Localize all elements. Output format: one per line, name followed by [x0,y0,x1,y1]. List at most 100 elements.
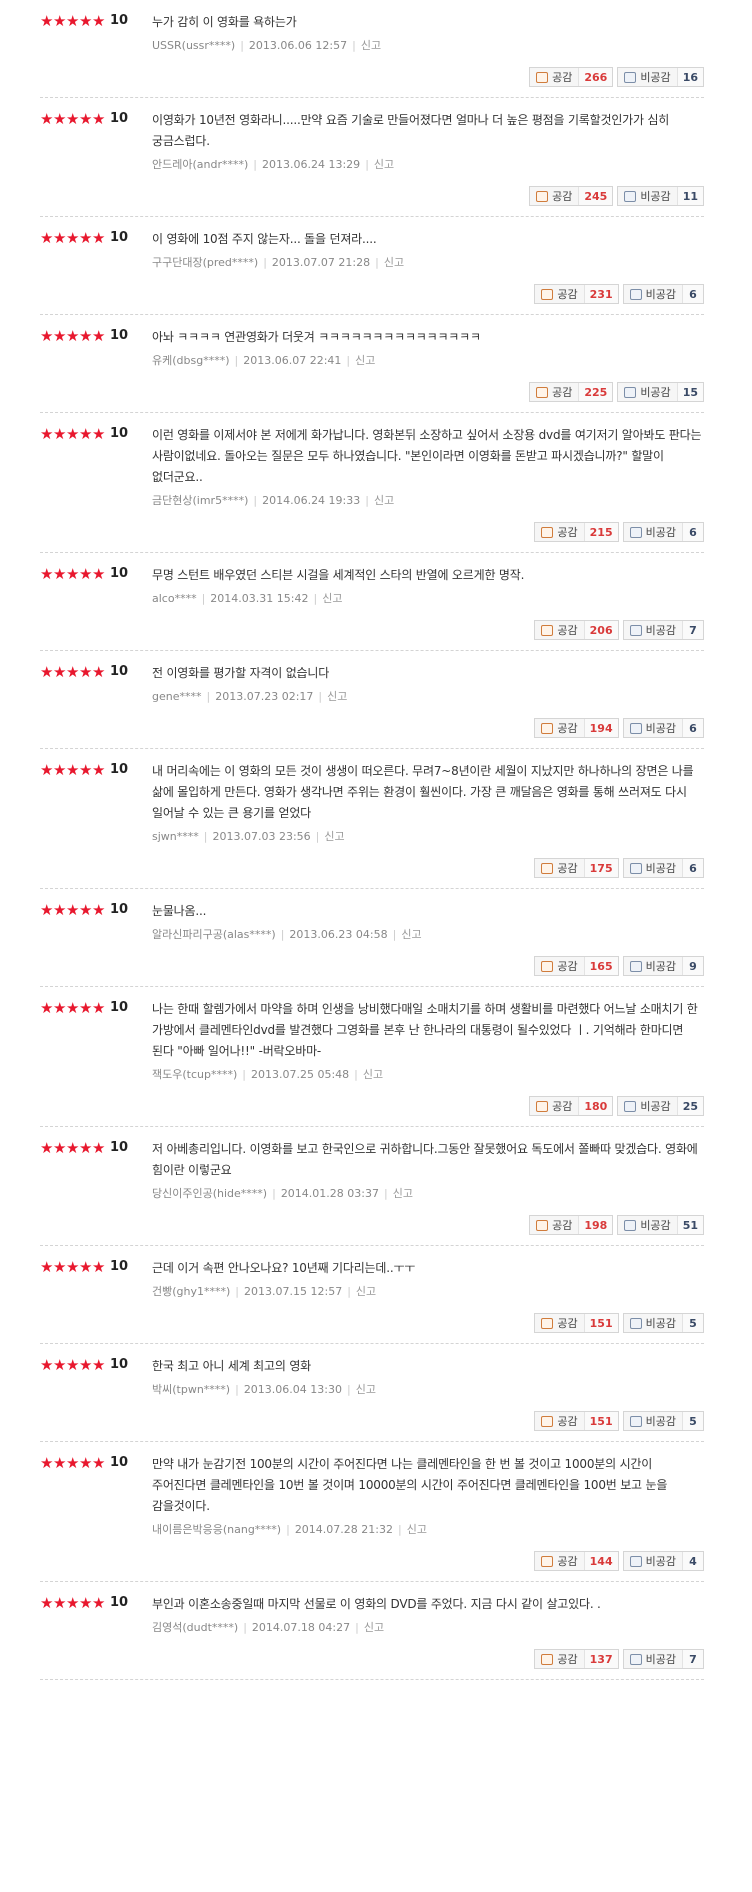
disagree-button[interactable]: 비공감 9 [622,956,704,976]
rating: ★ ★ ★ ★ ★ 10 [40,565,152,640]
disagree-button[interactable]: 비공감 6 [622,284,704,304]
rating: ★ ★ ★ ★ ★ 10 [40,12,152,87]
review-author[interactable]: 알라신파리구공(alas****) [152,928,276,941]
agree-button[interactable]: 공감 165 [534,956,619,976]
disagree-button[interactable]: 비공감 11 [617,186,704,206]
disagree-button[interactable]: 비공감 6 [622,522,704,542]
review-author[interactable]: gene**** [152,690,202,703]
review-text: 무명 스턴트 배우였던 스티븐 시걸을 세계적인 스타의 반열에 오르게한 명작… [152,568,525,582]
disagree-button[interactable]: 비공감 6 [622,858,704,878]
review-body: 저 아베총리입니다. 이영화를 보고 한국인으로 귀하합니다.그동안 잘못했어요… [152,1139,704,1235]
review-body: 누가 감히 이 영화를 욕하는가 USSR(ussr****) | 2013.06.… [152,12,704,87]
report-link[interactable]: 신고 [356,1285,376,1298]
review-author[interactable]: 잭도우(tcup****) [152,1068,237,1081]
disagree-count: 6 [689,287,697,301]
agree-button[interactable]: 공감 215 [534,522,619,542]
agree-button[interactable]: 공감 231 [534,284,619,304]
report-link[interactable]: 신고 [363,1068,383,1081]
report-link[interactable]: 신고 [327,690,347,703]
report-link[interactable]: 신고 [407,1523,427,1536]
divider: | [365,494,369,507]
review-author[interactable]: 안드레아(andr****) [152,158,248,171]
disagree-button[interactable]: 비공감 5 [622,1411,704,1431]
review-author[interactable]: 박씨(tpwn****) [152,1383,230,1396]
report-link[interactable]: 신고 [361,39,381,52]
disagree-button[interactable]: 비공감 16 [617,67,704,87]
review-text: 부인과 이혼소송중일때 마지막 선물로 이 영화의 DVD를 주었다. 지금 다… [152,1597,601,1611]
rating-score: 10 [110,13,129,28]
agree-button[interactable]: 공감 151 [534,1313,619,1333]
divider: | [242,1068,246,1081]
review-meta: 유케(dbsg****) | 2013.06.07 22:41 | 신고 [152,354,704,368]
review-author[interactable]: sjwn**** [152,830,199,843]
agree-button[interactable]: 공감 151 [534,1411,619,1431]
thumbs-up-icon [536,1219,549,1231]
agree-button[interactable]: 공감 144 [534,1551,619,1571]
report-link[interactable]: 신고 [324,830,344,843]
agree-button[interactable]: 공감 206 [534,620,619,640]
agree-button[interactable]: 공감 198 [529,1215,614,1235]
report-link[interactable]: 신고 [364,1621,384,1634]
review-author[interactable]: USSR(ussr****) [152,39,235,52]
agree-label: 공감 [557,960,578,973]
star-rating: ★ ★ ★ ★ ★ [40,1259,105,1275]
review-date: 2013.07.25 05:48 [250,1068,350,1081]
report-link[interactable]: 신고 [401,928,421,941]
agree-button[interactable]: 공감 137 [534,1649,619,1669]
agree-button[interactable]: 공감 266 [529,67,614,87]
report-link[interactable]: 신고 [356,1383,376,1396]
review-date: 2014.07.28 21:32 [294,1523,393,1536]
thumbs-down-icon [629,624,642,636]
disagree-button[interactable]: 비공감 15 [617,382,704,402]
review-author[interactable]: 유케(dbsg****) [152,354,230,367]
review-author[interactable]: 내이름은박응응(nang****) [152,1523,281,1536]
agree-button[interactable]: 공감 225 [529,382,614,402]
review-author[interactable]: 당신이주인공(hide****) [152,1187,267,1200]
thumbs-down-icon [629,288,642,300]
review-author[interactable]: 구구단대장(pred****) [152,256,258,269]
agree-button[interactable]: 공감 180 [529,1096,614,1116]
star-icon: ★ [53,1139,67,1157]
report-link[interactable]: 신고 [393,1187,413,1200]
agree-button[interactable]: 공감 194 [534,718,619,738]
review-item: ★ ★ ★ ★ ★ 10 전 이영화를 평가할 자격이 없습니다 gene***… [40,651,704,749]
rating-score: 10 [110,762,129,777]
review-body: 근데 이거 속편 안나오나요? 10년째 기다리는데..ㅜㅜ 건빵(ghy1**… [152,1258,704,1333]
divider: | [392,928,397,941]
rating-score: 10 [110,426,129,441]
disagree-button[interactable]: 비공감 51 [617,1215,704,1235]
vote-buttons: 공감 215 비공감 6 [152,522,704,542]
star-icon: ★ [53,1594,67,1612]
agree-button[interactable]: 공감 175 [534,858,619,878]
review-author[interactable]: 금단현상(imr5****) [152,494,248,507]
disagree-button[interactable]: 비공감 6 [622,718,704,738]
review-author[interactable]: alco**** [152,592,197,605]
divider: | [347,1285,351,1298]
disagree-button[interactable]: 비공감 7 [622,1649,704,1669]
thumbs-down-icon [629,862,642,874]
report-link[interactable]: 신고 [384,256,404,269]
report-link[interactable]: 신고 [322,592,342,605]
vote-buttons: 공감 245 비공감 11 [152,186,704,206]
review-author[interactable]: 김영석(dudt****) [152,1621,238,1634]
disagree-button[interactable]: 비공감 25 [617,1096,704,1116]
review-meta: 내이름은박응응(nang****) | 2014.07.28 21:32 | 신고 [152,1523,704,1537]
report-link[interactable]: 신고 [355,354,375,367]
disagree-count: 7 [689,623,697,637]
report-link[interactable]: 신고 [374,158,394,171]
disagree-button[interactable]: 비공감 4 [622,1551,704,1571]
disagree-button[interactable]: 비공감 5 [622,1313,704,1333]
agree-count: 175 [589,861,613,875]
disagree-count: 4 [689,1554,697,1568]
disagree-count: 6 [689,861,697,875]
rating: ★ ★ ★ ★ ★ 10 [40,1594,152,1669]
thumbs-down-icon [629,1317,642,1329]
agree-button[interactable]: 공감 245 [529,186,614,206]
star-icon: ★ [40,1594,54,1612]
report-link[interactable]: 신고 [374,494,394,507]
disagree-count: 16 [682,70,698,84]
star-icon: ★ [92,229,106,247]
disagree-button[interactable]: 비공감 7 [622,620,704,640]
thumbs-up-icon [541,288,554,300]
review-author[interactable]: 건빵(ghy1****) [152,1285,230,1298]
